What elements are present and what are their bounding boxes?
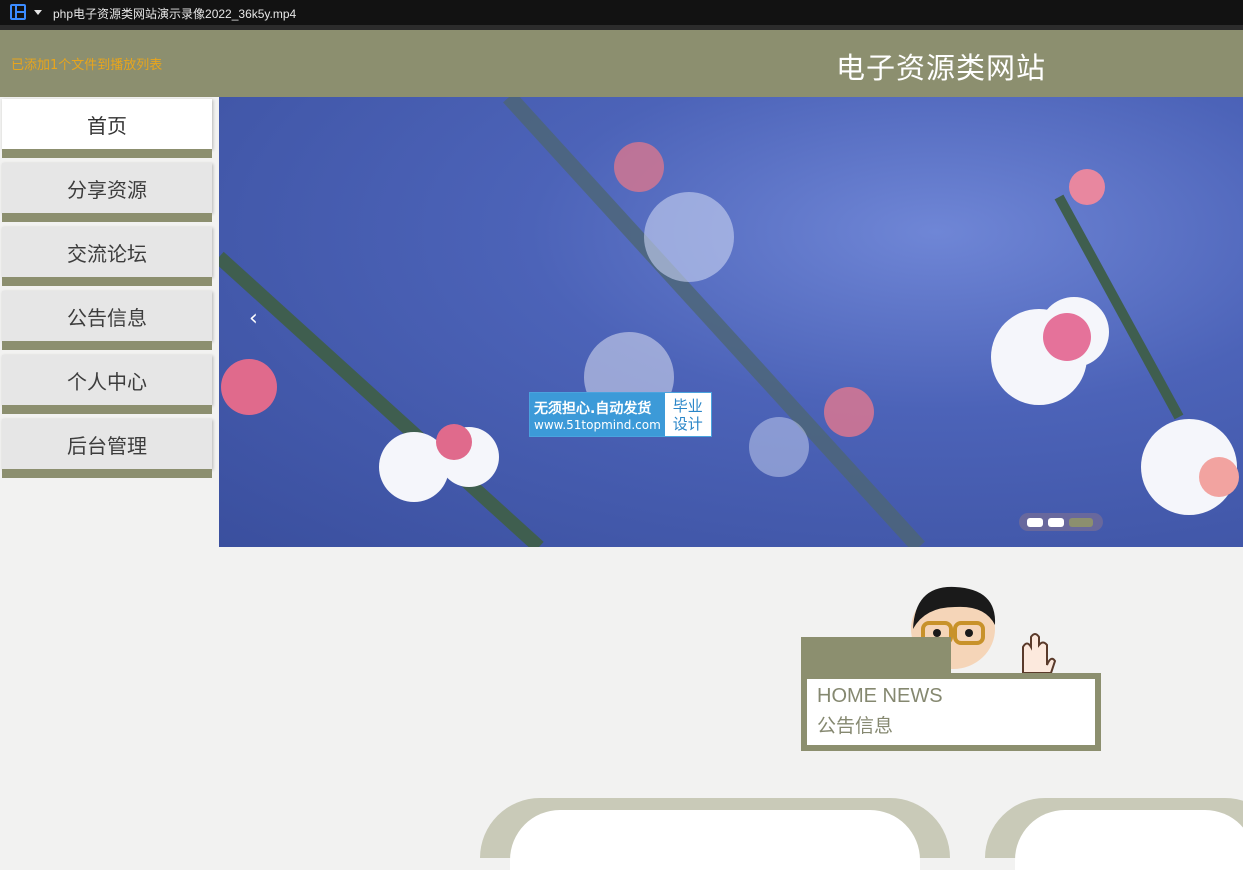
nav-underline [2,469,212,478]
plum-blossom-image [219,97,1239,547]
nav-item-share-resources[interactable]: 分享资源 [0,161,212,225]
content-card[interactable] [985,798,1243,870]
banner-carousel[interactable]: ‹ 无须担心.自动发货 www.51topmind.com 毕业 设计 [219,97,1243,547]
news-section-heading: HOME NEWS 公告信息 [801,637,1101,751]
nav-item-admin[interactable]: 后台管理 [0,417,212,481]
playlist-notice: 已添加1个文件到播放列表 [11,58,163,73]
chevron-down-icon[interactable] [34,10,42,15]
nav-underline [2,405,212,414]
site-header: 已添加1个文件到播放列表 电子资源类网站 [0,30,1243,97]
carousel-dot[interactable] [1027,517,1043,527]
nav-underline [2,213,212,222]
nav-item-announcements[interactable]: 公告信息 [0,289,212,353]
watermark-badge: 无须担心.自动发货 www.51topmind.com 毕业 设计 [529,392,712,437]
sidebar-nav: 首页 分享资源 交流论坛 公告信息 个人中心 后台管理 [0,97,215,481]
nav-underline [2,341,212,350]
carousel-indicators [1019,513,1103,531]
heading-tab [801,637,951,677]
nav-item-label: 首页 [2,99,212,149]
nav-item-forum[interactable]: 交流论坛 [0,225,212,289]
carousel-dot-active[interactable] [1069,517,1093,527]
content-card[interactable] [480,798,950,870]
site-title: 电子资源类网站 [836,51,1047,85]
nav-item-label: 交流论坛 [2,227,212,277]
nav-item-label: 后台管理 [2,419,212,469]
nav-item-label: 个人中心 [2,355,212,405]
watermark-side-top: 毕业 [672,396,703,415]
chevron-left-icon[interactable]: ‹ [249,308,263,330]
nav-item-label: 公告信息 [2,291,212,341]
watermark-url: www.51topmind.com [534,417,661,432]
player-titlebar: php电子资源类网站演示录像2022_36k5y.mp4 [0,0,1243,25]
window-title: php电子资源类网站演示录像2022_36k5y.mp4 [53,7,297,21]
carousel-dot[interactable] [1048,517,1064,527]
watermark-side-bottom: 设计 [672,414,703,433]
nav-item-label: 分享资源 [2,163,212,213]
news-title-cn: 公告信息 [817,715,894,737]
watermark-line1: 无须担心.自动发货 [534,400,652,417]
nav-item-personal-center[interactable]: 个人中心 [0,353,212,417]
layout-icon[interactable] [10,4,26,20]
nav-underline [2,277,212,286]
news-title-en: HOME NEWS [817,685,943,707]
nav-item-home[interactable]: 首页 [0,97,212,161]
nav-underline [2,149,212,158]
